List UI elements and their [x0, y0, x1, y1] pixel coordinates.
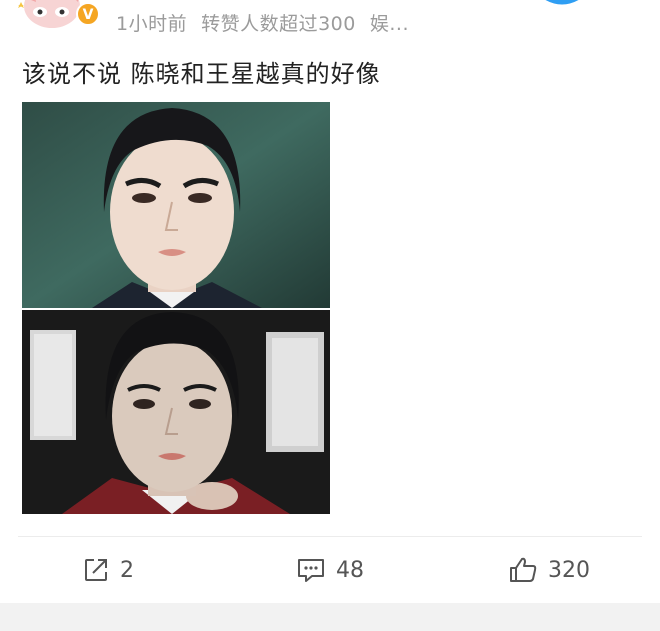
- action-divider: [18, 536, 642, 537]
- share-count: 2: [120, 557, 134, 583]
- share-button[interactable]: 2: [82, 548, 134, 592]
- like-button[interactable]: 320: [508, 548, 590, 592]
- repost-note: 转赞人数超过300: [201, 13, 356, 35]
- comment-count: 48: [336, 557, 364, 583]
- verified-badge: V: [83, 7, 94, 23]
- action-bar: 2 48 320: [0, 548, 660, 592]
- thumbs-up-icon: [510, 557, 537, 582]
- portrait-photo-top[interactable]: [22, 102, 330, 308]
- like-count: 320: [548, 557, 590, 583]
- post-text: 该说不说 陈晓和王星越真的好像: [22, 60, 381, 88]
- post-source[interactable]: 娱...: [370, 13, 409, 35]
- comment-icon: [298, 559, 324, 582]
- post-time: 1小时前: [116, 13, 188, 35]
- post-header: V 1小时前 转赞人数超过300 娱...: [0, 0, 660, 40]
- portrait-photo-bottom[interactable]: [22, 310, 330, 514]
- share-icon: [85, 559, 107, 581]
- weibo-post-card: V 1小时前 转赞人数超过300 娱... 该说不说 陈晓和王星越真的好像 2 …: [0, 0, 660, 631]
- cartoon-avatar-icon: V: [18, 0, 100, 28]
- avatar[interactable]: V: [14, 0, 104, 36]
- feed-separator: [0, 603, 660, 631]
- comment-button[interactable]: 48: [296, 548, 364, 592]
- follow-badge[interactable]: [530, 0, 594, 10]
- post-meta: 1小时前 转赞人数超过300 娱...: [116, 9, 423, 36]
